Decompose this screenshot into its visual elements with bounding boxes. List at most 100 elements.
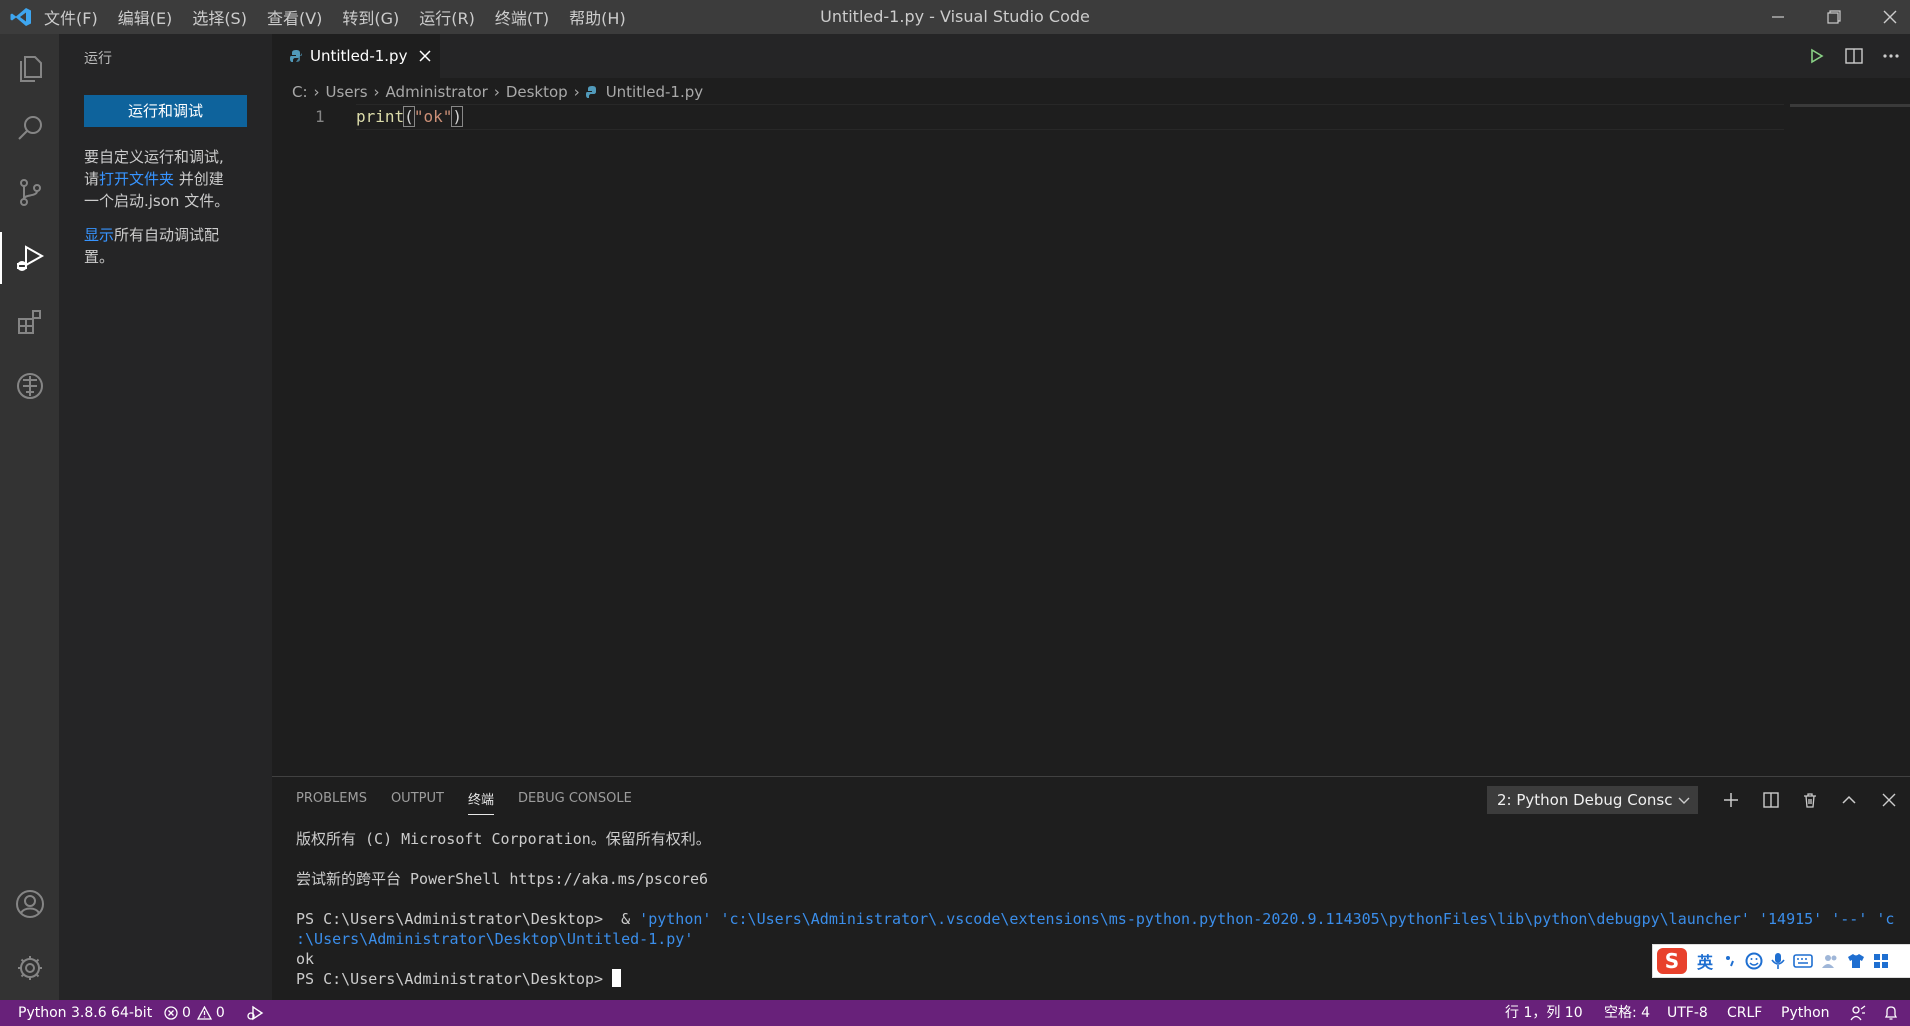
error-count: 0 bbox=[182, 1005, 191, 1021]
feedback-icon bbox=[1850, 1005, 1866, 1021]
run-and-debug-button[interactable]: 运行和调试 bbox=[84, 95, 247, 127]
kill-terminal-button[interactable] bbox=[1795, 785, 1825, 815]
user-group-icon[interactable] bbox=[1821, 953, 1839, 969]
ime-language-toggle[interactable]: 英 bbox=[1697, 949, 1713, 973]
sidebar-help-text: 要自定义运行和调试, 请打开文件夹 并创建 一个启动.json 文件。 bbox=[84, 146, 254, 212]
breadcrumb-desktop[interactable]: Desktop bbox=[506, 83, 568, 101]
microphone-icon[interactable] bbox=[1771, 952, 1785, 970]
files-icon bbox=[19, 56, 42, 82]
remote-explorer-button[interactable] bbox=[0, 356, 59, 416]
tab-debug-console[interactable]: DEBUG CONSOLE bbox=[518, 791, 632, 806]
punctuation-icon[interactable] bbox=[1723, 953, 1737, 969]
run-debug-button[interactable] bbox=[0, 228, 59, 288]
terminal-select[interactable]: 2: Python Debug Consc bbox=[1487, 786, 1698, 814]
debug-status-button[interactable] bbox=[246, 1000, 264, 1026]
terminal-cmd-args: 'python' 'c:\Users\Administrator\.vscode… bbox=[639, 910, 1895, 928]
more-actions-button[interactable] bbox=[1876, 53, 1906, 59]
close-window-button[interactable] bbox=[1862, 0, 1910, 34]
skin-shirt-icon[interactable] bbox=[1847, 953, 1865, 969]
keyboard-icon[interactable] bbox=[1793, 953, 1813, 969]
code-close-paren: ) bbox=[451, 106, 463, 127]
split-editor-icon bbox=[1845, 48, 1863, 64]
notifications-button[interactable] bbox=[1884, 1000, 1898, 1026]
terminal-cursor bbox=[612, 969, 622, 987]
bell-icon bbox=[1884, 1006, 1898, 1020]
run-file-button[interactable] bbox=[1802, 48, 1832, 64]
restore-icon bbox=[1827, 10, 1841, 24]
warning-icon bbox=[196, 1006, 212, 1020]
tab-close-button[interactable] bbox=[419, 50, 431, 62]
indentation-status[interactable]: 空格: 4 bbox=[1604, 1000, 1650, 1026]
play-icon bbox=[1811, 48, 1824, 64]
show-configs-link[interactable]: 显示 bbox=[84, 226, 114, 244]
new-terminal-button[interactable] bbox=[1716, 785, 1746, 815]
feedback-button[interactable] bbox=[1850, 1000, 1866, 1026]
plus-icon bbox=[1724, 793, 1738, 807]
tab-problems[interactable]: PROBLEMS bbox=[296, 791, 367, 806]
run-debug-icon bbox=[247, 1005, 264, 1021]
editor-actions bbox=[1802, 34, 1906, 78]
error-icon bbox=[164, 1006, 178, 1020]
breadcrumb: C: › Users › Administrator › Desktop › U… bbox=[272, 78, 703, 106]
sogou-logo-icon[interactable]: S bbox=[1657, 948, 1687, 974]
close-icon bbox=[419, 50, 431, 62]
close-panel-button[interactable] bbox=[1874, 785, 1904, 815]
extensions-button[interactable] bbox=[0, 292, 59, 352]
tab-terminal[interactable]: 终端 bbox=[467, 789, 494, 815]
sidebar-title: 运行 bbox=[84, 51, 112, 67]
remote-explorer-icon bbox=[16, 373, 43, 399]
minimap[interactable] bbox=[1790, 104, 1910, 107]
code-editor[interactable]: 1 print("ok") bbox=[272, 104, 1782, 130]
ellipsis-icon bbox=[1883, 54, 1899, 58]
breadcrumb-administrator[interactable]: Administrator bbox=[386, 83, 488, 101]
tab-output[interactable]: OUTPUT bbox=[391, 791, 444, 806]
run-debug-icon bbox=[16, 245, 44, 271]
show-configs-text-a: 所有自动调试配 bbox=[114, 226, 220, 244]
chevron-right-icon: › bbox=[313, 83, 320, 101]
split-editor-button[interactable] bbox=[1832, 48, 1876, 64]
terminal-cmd-amp: & bbox=[603, 910, 640, 928]
help-text-line3: 一个启动.json 文件。 bbox=[84, 192, 230, 210]
close-icon bbox=[1882, 793, 1896, 807]
split-terminal-button[interactable] bbox=[1756, 785, 1786, 815]
emoji-icon[interactable] bbox=[1745, 952, 1763, 970]
tab-untitled-1[interactable]: Untitled-1.py bbox=[272, 34, 440, 78]
help-text-suffix: 并创建 bbox=[174, 170, 224, 188]
settings-button[interactable] bbox=[0, 938, 59, 998]
source-control-button[interactable] bbox=[0, 162, 59, 222]
breadcrumb-users[interactable]: Users bbox=[326, 83, 368, 101]
python-interpreter-status[interactable]: Python 3.8.6 64-bit bbox=[18, 1000, 152, 1026]
terminal-select-value: 2: Python Debug Consc bbox=[1497, 791, 1673, 809]
chevron-right-icon: › bbox=[373, 83, 380, 101]
ime-toolbar: S 英 bbox=[1652, 944, 1910, 978]
settings-gear-icon bbox=[17, 956, 42, 980]
language-mode-status[interactable]: Python bbox=[1781, 1000, 1830, 1026]
code-string: "ok" bbox=[413, 107, 453, 126]
maximize-panel-button[interactable] bbox=[1834, 785, 1864, 815]
breadcrumb-file[interactable]: Untitled-1.py bbox=[606, 83, 703, 101]
minimize-button[interactable] bbox=[1750, 0, 1806, 34]
breadcrumb-drive[interactable]: C: bbox=[292, 83, 308, 101]
encoding-status[interactable]: UTF-8 bbox=[1667, 1000, 1708, 1026]
open-folder-link[interactable]: 打开文件夹 bbox=[99, 170, 174, 188]
code-open-paren: ( bbox=[403, 106, 415, 127]
chevron-right-icon: › bbox=[573, 83, 580, 101]
toolbox-grid-icon[interactable] bbox=[1873, 953, 1889, 969]
code-line[interactable]: print("ok") bbox=[356, 104, 463, 130]
help-text-line1: 要自定义运行和调试, bbox=[84, 148, 224, 166]
terminal-pscore-hint: 尝试新的跨平台 PowerShell https://aka.ms/pscore… bbox=[296, 870, 709, 888]
terminal-cmd-args-cont: :\Users\Administrator\Desktop\Untitled-1… bbox=[296, 930, 694, 948]
accounts-button[interactable] bbox=[0, 874, 59, 934]
run-sidebar: 运行 运行和调试 要自定义运行和调试, 请打开文件夹 并创建 一个启动.json… bbox=[59, 34, 272, 1000]
explorer-button[interactable] bbox=[0, 38, 59, 98]
restore-button[interactable] bbox=[1806, 0, 1862, 34]
python-file-icon bbox=[585, 86, 598, 98]
cursor-position-status[interactable]: 行 1，列 10 bbox=[1505, 1000, 1583, 1026]
eol-status[interactable]: CRLF bbox=[1727, 1000, 1762, 1026]
search-button[interactable] bbox=[0, 98, 59, 158]
chevron-down-icon bbox=[1678, 786, 1690, 814]
sidebar-show-configs-text: 显示所有自动调试配 置。 bbox=[84, 224, 254, 268]
problems-status[interactable]: 0 0 bbox=[164, 1000, 225, 1026]
source-control-icon bbox=[19, 179, 41, 206]
trash-icon bbox=[1804, 793, 1816, 808]
